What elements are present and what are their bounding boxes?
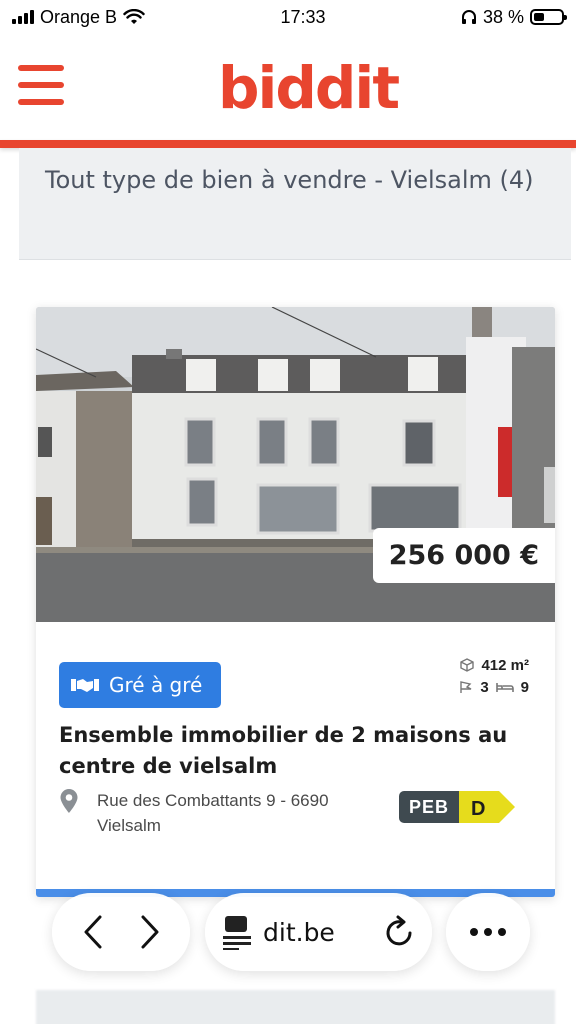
back-button[interactable] [81, 914, 105, 950]
url-text[interactable]: dit.be [263, 918, 374, 947]
property-specs: 412 m² 3 9 [458, 654, 529, 698]
headphones-icon [461, 10, 476, 24]
surface-value: 412 m² [481, 656, 529, 674]
status-bar: Orange B 17:33 38 % [0, 0, 576, 34]
rooms-value: 3 [480, 678, 489, 696]
sale-type-badge: Gré à gré [59, 662, 221, 708]
browser-toolbar: dit.be [0, 893, 576, 973]
header-divider [0, 140, 576, 148]
ellipsis-icon [470, 928, 506, 936]
listing-title[interactable]: Ensemble immobilier de 2 maisons au cent… [59, 720, 529, 782]
listing-address: Rue des Combattants 9 - 6690 Vielsalm [97, 791, 329, 835]
biddit-logo[interactable]: biddit [218, 54, 400, 122]
peb-class-badge: D [459, 791, 516, 823]
carrier-name: Orange B [40, 6, 118, 27]
location-pin-icon [60, 789, 78, 813]
handshake-icon [71, 679, 99, 692]
hamburger-menu-icon[interactable] [18, 65, 64, 105]
peb-label: PEB [399, 791, 460, 823]
reload-icon[interactable] [384, 915, 416, 949]
clock: 17:33 [280, 6, 326, 27]
battery-icon [530, 9, 567, 25]
cube-surface-icon [460, 658, 475, 672]
property-photo[interactable]: 256 000 € [36, 307, 555, 622]
wifi-icon [123, 9, 145, 24]
price-tag: 256 000 € [372, 528, 555, 583]
peb-class-value: D [471, 798, 485, 820]
more-options-button[interactable] [446, 893, 530, 971]
bedrooms-value: 9 [520, 678, 529, 696]
page-menu-icon[interactable] [221, 914, 253, 950]
sale-type-label: Gré à gré [109, 673, 203, 697]
listing-card[interactable]: 256 000 € Gré à gré 412 m² 3 9 Ensemble … [36, 307, 555, 897]
peb-energy-label: PEB D [399, 791, 516, 823]
bed-icon [495, 683, 514, 692]
address-bar[interactable]: dit.be [205, 893, 432, 971]
battery-percentage: 38 % [482, 6, 524, 27]
navigation-controls [52, 893, 190, 971]
app-header: biddit [0, 34, 576, 140]
rooms-icon [460, 681, 472, 693]
page-title: Tout type de bien à vendre - Vielsalm (4… [45, 166, 534, 194]
search-title-band: Tout type de bien à vendre - Vielsalm (4… [19, 148, 571, 260]
next-listing-card-partial[interactable] [36, 990, 555, 1024]
cellular-signal-icon [12, 10, 34, 24]
forward-button[interactable] [138, 914, 162, 950]
battery-level [534, 13, 544, 21]
